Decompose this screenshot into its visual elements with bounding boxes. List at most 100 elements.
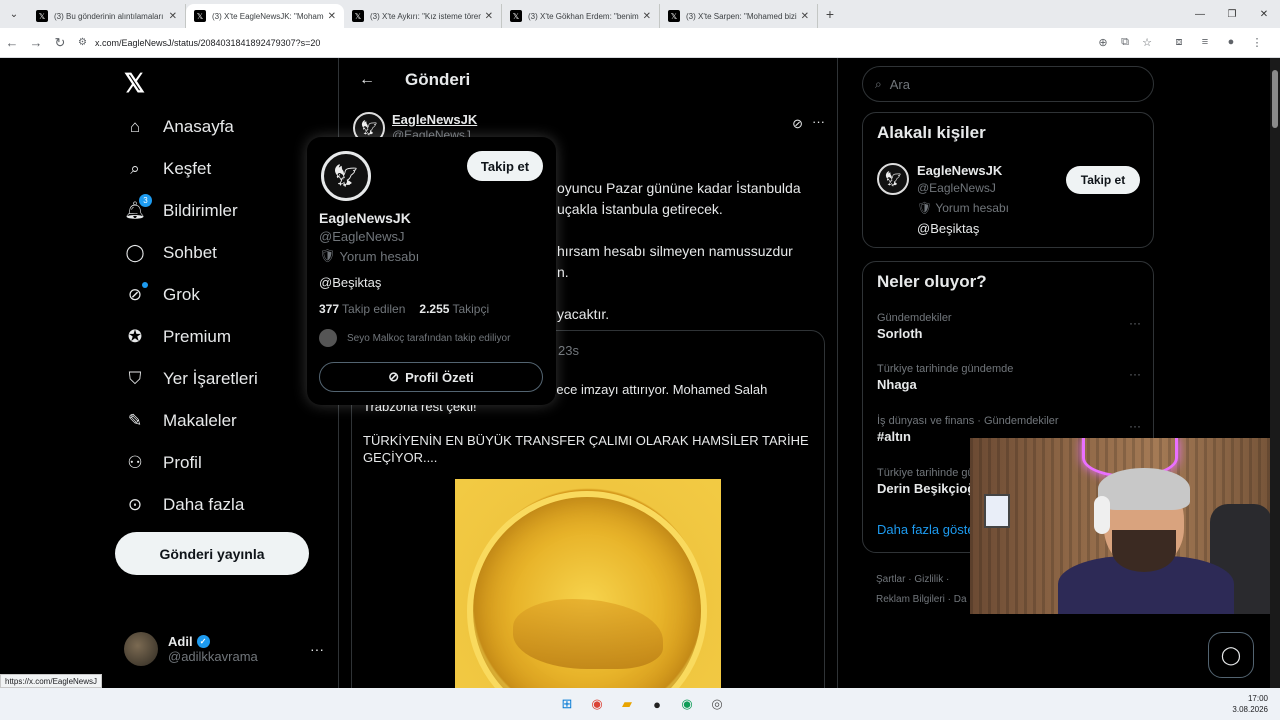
scrollbar-thumb[interactable] (1272, 70, 1278, 128)
browser-menu-icon[interactable]: ⋮ (1244, 36, 1270, 49)
x-favicon-icon: 𝕏 (194, 10, 206, 22)
profile-summary-button[interactable]: ⊘ Profil Özeti (319, 362, 543, 392)
related-name[interactable]: EagleNewsJK (917, 163, 1002, 178)
file-explorer-icon[interactable]: ▰ (616, 693, 638, 715)
nav-item-bookmarks[interactable]: ⛉ Yer İşaretleri (124, 358, 258, 400)
bell-icon: 🔔︎ 3 (124, 194, 152, 222)
account-name-row: Adil ✓ (168, 634, 258, 649)
nav-label: Keşfet (163, 159, 212, 178)
bookmark-star-icon[interactable]: ☆ (1136, 36, 1158, 49)
account-switcher[interactable]: Adil ✓ @adilkkavrama ··· (124, 632, 324, 666)
followed-by-text: Seyo Malkoç tarafından takip ediliyor (347, 332, 511, 344)
framed-jersey (984, 494, 1010, 528)
hovercard-bio[interactable]: @Beşiktaş (319, 275, 381, 290)
back-icon[interactable]: ← (0, 35, 24, 50)
close-tab-icon[interactable]: ✕ (801, 11, 809, 22)
close-tab-icon[interactable]: ✕ (485, 11, 493, 22)
hovercard-handle[interactable]: @EagleNewsJ (319, 229, 404, 244)
gold-coin-image[interactable] (455, 479, 721, 688)
followed-by: Seyo Malkoç tarafından takip ediliyor (319, 329, 510, 347)
follow-button[interactable]: Takip et (1066, 166, 1140, 194)
browser-tab[interactable]: 𝕏 (3) X'te Aykırı: "Kız isteme tören ✕ (344, 4, 502, 28)
eagle-avatar-icon[interactable]: 🦅︎ (321, 151, 371, 201)
windows-start-icon[interactable]: ⊞ (556, 693, 578, 715)
trend-category: İş dünyası ve finans · Gündemdekiler (877, 415, 1059, 427)
nav-item-home[interactable]: ⌂ Anasayfa (124, 106, 234, 148)
nav-item-premium[interactable]: ✪ Premium (124, 316, 231, 358)
messages-fab-icon[interactable]: ◯ (1208, 632, 1254, 678)
more-circle-icon: ⊙ (127, 495, 143, 514)
verified-icon: ✓ (196, 635, 210, 648)
url-field[interactable]: ⚙ x.com/EagleNewsJ/status/20840318418924… (78, 32, 1158, 54)
home-icon: ⌂ (129, 117, 141, 136)
related-people-panel: Alakalı kişiler 🦅︎ EagleNewsJK @EagleNew… (862, 112, 1154, 248)
more-icon[interactable]: ··· (812, 114, 825, 129)
browser-tab-active[interactable]: 𝕏 (3) X'te EagleNewsJK: "Mohame ✕ (186, 4, 344, 28)
related-bio[interactable]: @Beşiktaş (917, 221, 979, 236)
mask-icon: 🛡︎ (319, 248, 336, 263)
trend-name: Sorloth (877, 326, 923, 341)
nav-item-notifications[interactable]: 🔔︎ 3 Bildirimler (124, 190, 238, 232)
premium-icon: ✪ (127, 327, 143, 346)
profile-avatar-icon[interactable]: ● (1218, 36, 1244, 49)
extensions-icon[interactable]: ⧈ (1166, 36, 1192, 49)
webcam-overlay (970, 438, 1280, 614)
trend-item[interactable]: Gündemdekiler Sorloth ··· (877, 312, 1141, 341)
close-tab-icon[interactable]: ✕ (643, 11, 651, 22)
followers-stat[interactable]: 2.255 Takipçi (419, 302, 489, 316)
more-icon[interactable]: ··· (1129, 419, 1141, 433)
browser-tab[interactable]: 𝕏 (3) X'te Sarpen: "Mohamed bizi ✕ (660, 4, 818, 28)
x-logo-icon[interactable]: 𝕏 (124, 68, 145, 99)
nav-item-profile[interactable]: ⚇ Profil (124, 442, 201, 484)
author-name-link[interactable]: EagleNewsJK (392, 112, 477, 127)
more-icon[interactable]: ··· (310, 641, 324, 657)
post-button[interactable]: Gönderi yayınla (115, 532, 309, 575)
x-favicon-icon: 𝕏 (352, 10, 364, 22)
back-arrow-icon[interactable]: ← (345, 71, 389, 89)
app-icon[interactable]: ◎ (706, 693, 728, 715)
close-tab-icon[interactable]: ✕ (328, 11, 336, 22)
avatar (124, 632, 158, 666)
minimize-icon[interactable]: — (1184, 9, 1216, 20)
browser-tab[interactable]: 𝕏 (3) X'te Gökhan Erdem: "benim ✕ (502, 4, 660, 28)
chrome-profile-icon[interactable]: ◉ (676, 693, 698, 715)
clock[interactable]: 17:00 3.08.2026 (1232, 693, 1268, 715)
show-more-link[interactable]: Daha fazla göste (877, 522, 975, 537)
related-handle[interactable]: @EagleNewsJ (917, 181, 996, 195)
nav-item-grok[interactable]: ⊘ Grok (124, 274, 200, 316)
hovercard-name[interactable]: EagleNewsJK (319, 210, 411, 226)
hovercard-stats: 377 Takip edilen 2.255 Takipçi (319, 302, 489, 316)
address-bar: ← → ↻ ⚙ x.com/EagleNewsJ/status/20840318… (0, 28, 1280, 58)
grok-explain-icon[interactable]: ⊘ (792, 116, 803, 132)
trend-item[interactable]: Türkiye tarihinde gündemde Nhaga ··· (877, 363, 1141, 392)
scrollbar[interactable] (1270, 58, 1280, 688)
close-tab-icon[interactable]: ✕ (169, 11, 177, 22)
browser-tab-bar: ⌄ 𝕏 (3) Bu gönderinin alıntılamaları ✕ 𝕏 (3… (0, 0, 1280, 28)
chrome-icon[interactable]: ◉ (586, 693, 608, 715)
nav-item-explore[interactable]: ⌕ Keşfet (124, 148, 211, 190)
media-icon[interactable]: ≡ (1192, 36, 1218, 49)
tab-search-icon[interactable]: ⌄ (0, 0, 28, 28)
headset (1094, 496, 1110, 534)
eagle-avatar-icon[interactable]: 🦅︎ (877, 163, 909, 195)
restore-icon[interactable]: ❐ (1216, 9, 1248, 20)
nav-item-more[interactable]: ⊙ Daha fazla (124, 484, 244, 526)
browser-tab[interactable]: 𝕏 (3) Bu gönderinin alıntılamaları ✕ (28, 4, 186, 28)
nav-item-articles[interactable]: ✎ Makaleler (124, 400, 237, 442)
notification-badge: 3 (139, 194, 152, 207)
reload-icon[interactable]: ↻ (48, 35, 72, 51)
new-tab-icon[interactable]: + (818, 6, 842, 22)
install-icon[interactable]: ⧉ (1114, 36, 1136, 49)
follow-button[interactable]: Takip et (467, 151, 543, 181)
site-info-icon[interactable]: ⚙ (78, 37, 87, 48)
close-window-icon[interactable]: ✕ (1248, 9, 1280, 20)
zoom-icon[interactable]: ⊕ (1092, 36, 1114, 49)
more-icon[interactable]: ··· (1129, 316, 1141, 330)
search-input[interactable]: ⌕ Ara (862, 66, 1154, 102)
forward-icon[interactable]: → (24, 35, 48, 50)
media-app-icon[interactable]: ● (646, 693, 668, 715)
nav-item-chat[interactable]: ◯ Sohbet (124, 232, 216, 274)
following-stat[interactable]: 377 Takip edilen (319, 302, 405, 316)
more-icon[interactable]: ··· (1129, 367, 1141, 381)
tab-title: (3) X'te Gökhan Erdem: "benim (528, 11, 639, 21)
